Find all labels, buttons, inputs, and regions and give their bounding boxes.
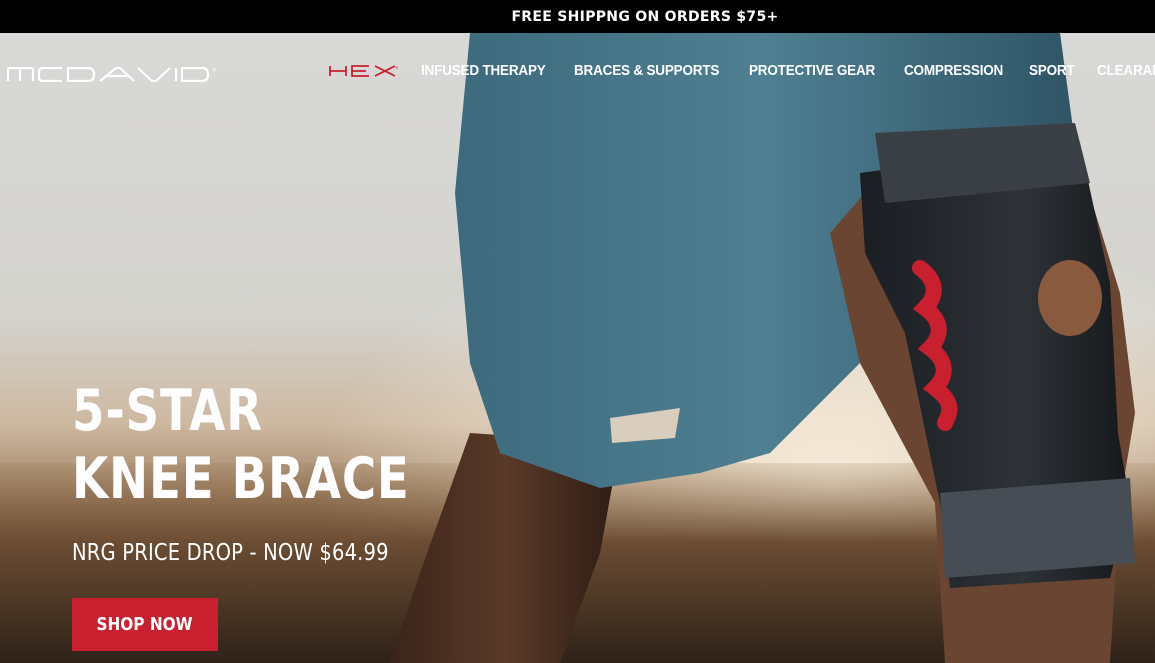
mcdavid-logo-icon[interactable]: ® <box>6 67 228 82</box>
headline-line-2: KNEE BRACE <box>72 446 410 512</box>
svg-text:®: ® <box>395 66 399 70</box>
announcement-bar: FREE SHIPPNG ON ORDERS $75+ <box>0 0 1155 33</box>
hero-image <box>0 33 1155 663</box>
hero-headline: 5-STAR KNEE BRACE <box>72 377 410 513</box>
announcement-text: FREE SHIPPNG ON ORDERS $75+ <box>511 8 779 25</box>
shop-now-button[interactable]: SHOP NOW <box>72 598 218 651</box>
main-nav: ® ® INFUSED THERAPY BRACES & SUPPORTS PR… <box>0 33 1155 113</box>
hero-subheadline: NRG PRICE DROP - NOW $64.99 <box>72 540 389 566</box>
nav-infused-therapy[interactable]: INFUSED THERAPY <box>421 63 546 79</box>
hero-banner <box>0 33 1155 663</box>
svg-text:®: ® <box>212 67 217 74</box>
hex-logo-icon[interactable]: ® <box>329 65 399 77</box>
nav-sport[interactable]: SPORT <box>1029 63 1075 79</box>
headline-line-1: 5-STAR <box>72 378 263 444</box>
nav-braces-supports[interactable]: BRACES & SUPPORTS <box>574 63 719 79</box>
nav-protective-gear[interactable]: PROTECTIVE GEAR <box>749 63 875 79</box>
nav-clearance[interactable]: CLEARANCE <box>1097 63 1155 79</box>
shop-now-label: SHOP NOW <box>96 614 194 635</box>
nav-compression[interactable]: COMPRESSION <box>904 63 1003 79</box>
